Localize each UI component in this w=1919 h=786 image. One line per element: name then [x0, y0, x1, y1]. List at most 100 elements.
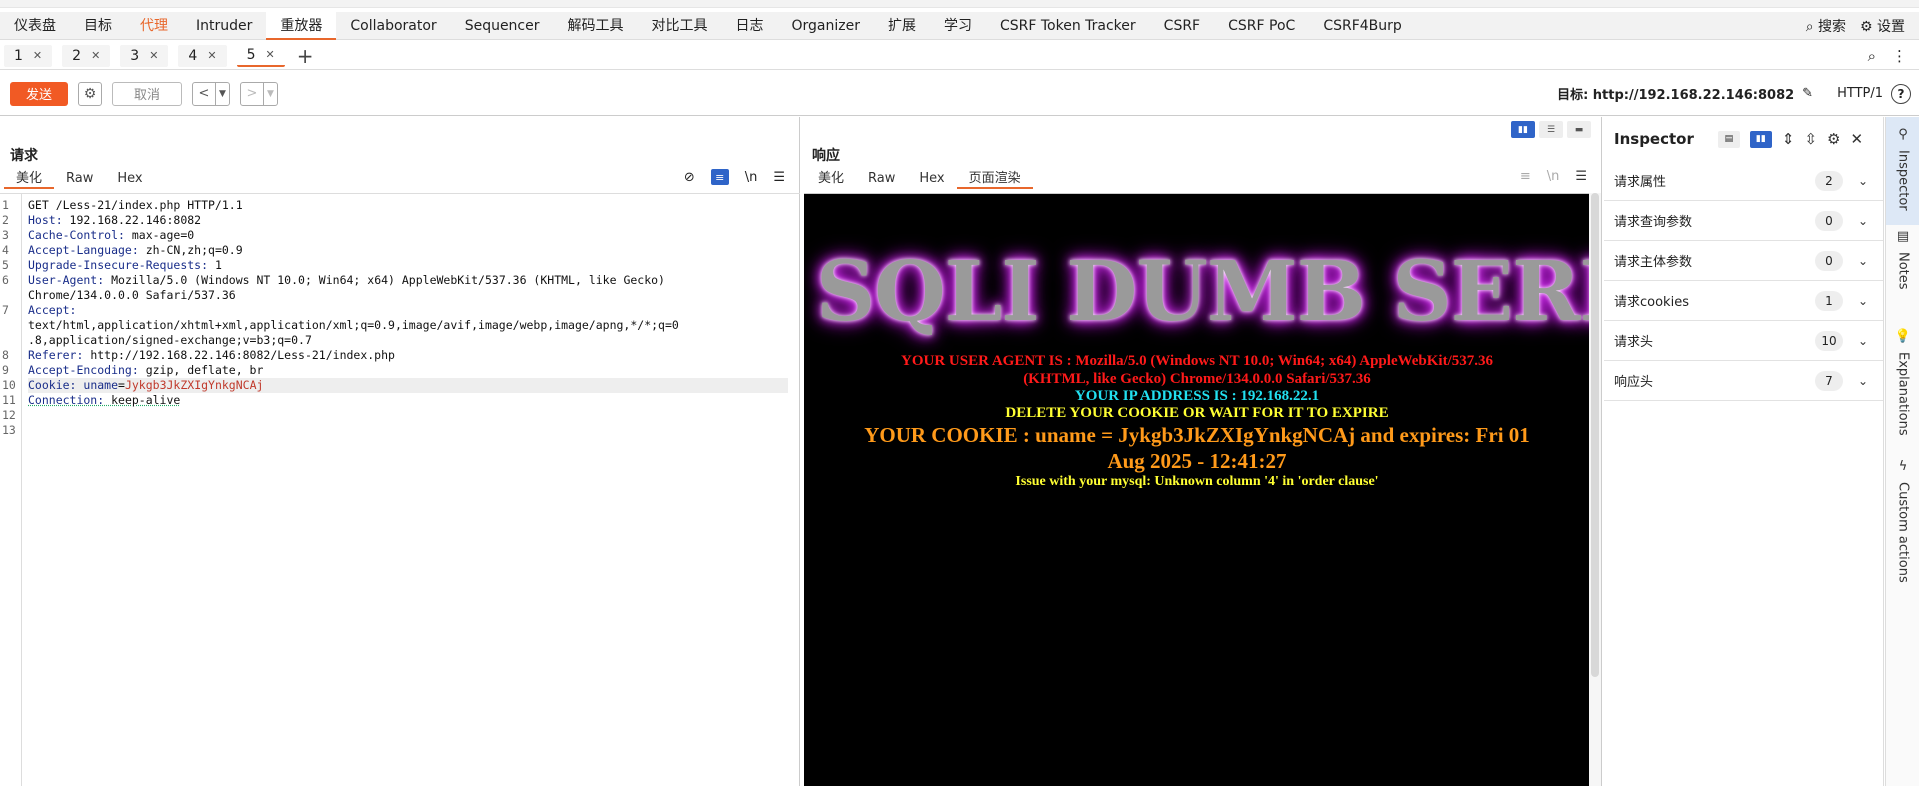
chevron-down-icon[interactable]: ⌄	[1843, 334, 1883, 348]
repeater-tab-5[interactable]: 5 ✕	[236, 44, 285, 67]
request-tab-pretty[interactable]: 美化	[4, 169, 55, 189]
inspector-row-label: 请求主体参数	[1614, 255, 1693, 270]
menu-sequencer[interactable]: Sequencer	[451, 12, 554, 40]
menu-intruder[interactable]: Intruder	[182, 12, 266, 40]
tab-menu-icon[interactable]: ⋮	[1892, 47, 1907, 65]
menu-target[interactable]: 目标	[70, 12, 126, 40]
menu-csrf[interactable]: CSRF	[1150, 12, 1214, 40]
hide-nonprintable-icon[interactable]: ⊘	[684, 170, 695, 185]
sidebar-notes[interactable]: ▤ Notes	[1886, 225, 1919, 325]
chevron-down-icon[interactable]: ▼	[215, 82, 229, 105]
inspector-row-request-headers[interactable]: 请求头 10 ⌄	[1604, 321, 1883, 361]
header-value: Mozilla/5.0 (Windows NT 10.0; Win64; x64…	[104, 273, 665, 287]
layout-single-icon[interactable]: ▬	[1567, 121, 1591, 138]
settings-button[interactable]: ⚙ 设置	[1860, 16, 1905, 36]
response-scrollbar[interactable]	[1589, 193, 1601, 786]
response-tab-raw[interactable]: Raw	[856, 169, 907, 189]
response-tab-pretty[interactable]: 美化	[806, 169, 856, 189]
inspector-row-label: 请求头	[1614, 335, 1654, 350]
menu-icon[interactable]: ☰	[773, 170, 785, 185]
menu-learn[interactable]: 学习	[930, 12, 986, 40]
repeater-tab-2[interactable]: 2 ✕	[62, 44, 111, 67]
pretty-print-icon[interactable]: ≡	[710, 169, 729, 185]
expand-all-icon[interactable]: ⇕	[1782, 130, 1795, 148]
tab-search-icon[interactable]: ⌕	[1868, 47, 1876, 65]
menu-comparer[interactable]: 对比工具	[638, 12, 722, 40]
chevron-down-icon[interactable]: ▼	[263, 82, 277, 105]
request-line: .8,application/signed-exchange;v=b3;q=0.…	[28, 333, 788, 348]
inspector-row-request-attributes[interactable]: 请求属性 2 ⌄	[1604, 161, 1883, 201]
menu-proxy[interactable]: 代理	[126, 12, 182, 40]
line-number: 2	[2, 213, 9, 227]
response-tab-render[interactable]: 页面渲染	[956, 169, 1033, 189]
layout-rows-icon[interactable]: ☰	[1539, 121, 1563, 138]
edit-target-icon[interactable]: ✎	[1802, 86, 1813, 101]
request-editor[interactable]: 1 2 3 4 5 6 7 8 9 10 11 12 13 GET /Less-…	[0, 193, 800, 786]
cancel-button[interactable]: 取消	[112, 81, 182, 106]
inspector-row-response-headers[interactable]: 响应头 7 ⌄	[1604, 361, 1883, 401]
menu-logger[interactable]: 日志	[722, 12, 778, 40]
help-icon[interactable]: ?	[1891, 83, 1911, 104]
inspector-layout-split-icon[interactable]: ▮▮	[1749, 130, 1772, 148]
request-line: text/html,application/xhtml+xml,applicat…	[28, 318, 788, 333]
chevron-down-icon[interactable]: ⌄	[1843, 374, 1883, 388]
sidebar-inspector[interactable]: ⚲ Inspector	[1886, 117, 1919, 225]
response-tab-hex[interactable]: Hex	[907, 169, 956, 189]
chevron-down-icon[interactable]: ⌄	[1843, 214, 1883, 228]
http-version[interactable]: HTTP/1	[1837, 86, 1883, 101]
newline-toggle[interactable]: \n	[1547, 169, 1560, 184]
menu-decoder[interactable]: 解码工具	[554, 12, 638, 40]
send-button[interactable]: 发送	[10, 81, 68, 106]
close-icon[interactable]: ✕	[1850, 130, 1863, 148]
inspector-row-cookies[interactable]: 请求cookies 1 ⌄	[1604, 281, 1883, 321]
menu-collaborator[interactable]: Collaborator	[336, 12, 450, 40]
menu-organizer[interactable]: Organizer	[778, 12, 874, 40]
pretty-print-icon[interactable]: ≡	[1520, 169, 1531, 184]
request-line: Host: 192.168.22.146:8082	[28, 213, 788, 228]
request-tab-hex[interactable]: Hex	[105, 169, 154, 189]
menu-icon[interactable]: ☰	[1575, 169, 1587, 184]
inspector-row-body-params[interactable]: 请求主体参数 0 ⌄	[1604, 241, 1883, 281]
close-icon[interactable]: ✕	[91, 49, 100, 62]
menu-csrf4burp[interactable]: CSRF4Burp	[1309, 12, 1415, 40]
close-icon[interactable]: ✕	[33, 49, 42, 62]
chevron-down-icon[interactable]: ⌄	[1843, 254, 1883, 268]
inspector-title: Inspector	[1614, 130, 1694, 148]
repeater-tab-4[interactable]: 4 ✕	[178, 44, 227, 67]
sidebar-explanations[interactable]: 💡 Explanations	[1886, 325, 1919, 455]
menu-csrf-poc[interactable]: CSRF PoC	[1214, 12, 1309, 40]
scrollbar-thumb[interactable]	[1591, 193, 1599, 677]
chevron-down-icon[interactable]: ⌄	[1843, 174, 1883, 188]
line-number: 10	[2, 378, 16, 392]
add-tab-icon[interactable]: +	[297, 44, 314, 68]
menu-dashboard[interactable]: 仪表盘	[0, 12, 70, 40]
close-icon[interactable]: ✕	[265, 48, 274, 61]
gear-icon[interactable]: ⚙	[1827, 130, 1840, 148]
inspector-layout-icon[interactable]: ▤	[1717, 130, 1740, 148]
menu-repeater[interactable]: 重放器	[266, 11, 337, 40]
layout-split-icon[interactable]: ▮▮	[1511, 121, 1535, 138]
inspector-row-query-params[interactable]: 请求查询参数 0 ⌄	[1604, 201, 1883, 241]
repeater-tab-3[interactable]: 3 ✕	[120, 44, 169, 67]
request-line: Referer: http://192.168.22.146:8082/Less…	[28, 348, 788, 363]
line-number: 11	[2, 393, 16, 407]
send-settings-button[interactable]: ⚙	[78, 81, 102, 106]
close-icon[interactable]: ✕	[149, 49, 158, 62]
tab-label: 3	[130, 47, 140, 64]
search-button[interactable]: ⌕ 搜索	[1806, 16, 1846, 36]
request-tab-raw[interactable]: Raw	[54, 169, 105, 189]
history-forward[interactable]: > ▼	[240, 81, 278, 106]
menu-extensions[interactable]: 扩展	[874, 12, 930, 40]
close-icon[interactable]: ✕	[207, 49, 216, 62]
collapse-all-icon[interactable]: ⇳	[1804, 130, 1817, 148]
chevron-down-icon[interactable]: ⌄	[1843, 294, 1883, 308]
chevron-left-icon[interactable]: <	[193, 83, 215, 105]
newline-toggle[interactable]: \n	[745, 170, 758, 185]
chevron-right-icon[interactable]: >	[241, 83, 263, 105]
repeater-tab-1[interactable]: 1 ✕	[4, 44, 53, 67]
sidebar-custom-actions[interactable]: ϟ Custom actions	[1886, 455, 1919, 605]
history-back[interactable]: < ▼	[192, 81, 230, 106]
line-number: 6	[2, 273, 9, 287]
menu-csrf-token-tracker[interactable]: CSRF Token Tracker	[986, 12, 1150, 40]
inspector-count: 2	[1815, 170, 1843, 191]
